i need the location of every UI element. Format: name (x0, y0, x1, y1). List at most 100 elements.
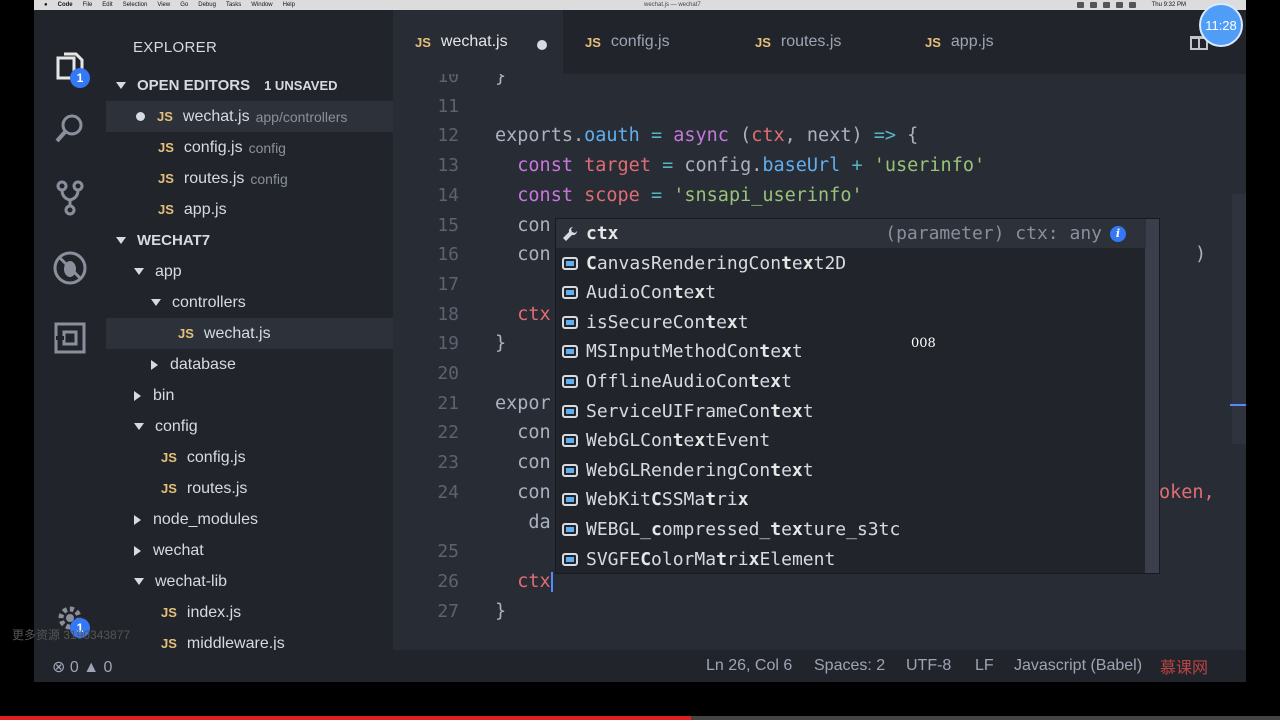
tree-file[interactable]: JS middleware.js (106, 628, 393, 651)
info-icon[interactable]: i (1110, 225, 1126, 242)
tree-folder[interactable]: controllers (106, 287, 393, 318)
line-number: 10 (437, 74, 459, 87)
chevron-down-icon (151, 299, 161, 306)
search-icon[interactable] (52, 110, 88, 146)
code-line[interactable]: da (495, 512, 550, 533)
menu-help[interactable]: Help (283, 2, 295, 8)
debug-icon[interactable] (52, 250, 88, 286)
errors-indicator[interactable]: ⊗ 0 ▲ 0 (52, 657, 112, 677)
file-name: config.js (183, 138, 243, 156)
wifi-icon[interactable] (1116, 2, 1123, 8)
class-icon (562, 286, 578, 300)
suggestion-label: OfflineAudioContext (586, 371, 792, 392)
project-header[interactable]: WECHAT7 (106, 225, 393, 256)
chevron-down-icon (116, 237, 126, 244)
editor-scrollbar[interactable] (1232, 74, 1246, 650)
file-name: wechat.js (182, 107, 250, 125)
menu-selection[interactable]: Selection (123, 2, 148, 8)
tree-file[interactable]: JS wechat.js (106, 318, 393, 349)
extensions-icon[interactable] (52, 320, 88, 356)
suggestion-item[interactable]: CanvasRenderingContext2D (556, 249, 1146, 278)
code-line[interactable]: con (495, 482, 550, 503)
menu-view[interactable]: View (157, 2, 170, 8)
line-ending[interactable]: LF (975, 657, 994, 675)
suggestion-item[interactable]: MSInputMethodContext (556, 337, 1146, 366)
suggestion-item[interactable]: WebGLContextEvent (556, 426, 1146, 455)
suggestion-item[interactable]: isSecureContext (556, 308, 1146, 337)
tab-wechat-js[interactable]: JS wechat.js (393, 10, 563, 74)
tree-folder[interactable]: wechat-lib (106, 566, 393, 597)
suggestion-item[interactable]: ServiceUIFrameContext (556, 397, 1146, 426)
menubar-tray (1077, 2, 1136, 8)
language-mode[interactable]: Javascript (Babel) (1014, 657, 1142, 675)
open-editor-item[interactable]: JS wechat.js app/controllers (106, 101, 393, 132)
code-line[interactable]: ctx (495, 571, 553, 592)
tray-icon[interactable] (1077, 2, 1084, 8)
tree-folder[interactable]: app (106, 256, 393, 287)
indentation[interactable]: Spaces: 2 (814, 657, 885, 675)
suggestion-item[interactable]: WEBGL_compressed_texture_s3tc (556, 515, 1146, 544)
tree-file[interactable]: JS routes.js (106, 473, 393, 504)
tree-folder[interactable]: config (106, 411, 393, 442)
menu-edit[interactable]: Edit (102, 2, 112, 8)
unsaved-dot-icon[interactable] (537, 40, 547, 50)
code-line[interactable]: con (495, 244, 550, 265)
code-line[interactable]: con (495, 215, 550, 236)
tree-item-label: routes.js (186, 479, 248, 497)
suggestion-item[interactable]: OfflineAudioContext (556, 367, 1146, 396)
code-line[interactable]: con (495, 452, 550, 473)
battery-icon[interactable] (1129, 2, 1136, 8)
tray-icon[interactable] (1103, 2, 1110, 8)
code-line[interactable]: expor (495, 393, 551, 414)
suggestion-item[interactable]: AudioContext (556, 278, 1146, 307)
code-line[interactable]: const scope = 'snsapi_userinfo' (495, 185, 862, 206)
scroll-thumb[interactable] (1232, 194, 1246, 444)
error-count: 0 (69, 659, 79, 676)
suggestion-item[interactable]: ctx (parameter) ctx: any i (556, 219, 1146, 248)
suggestion-item[interactable]: WebKitCSSMatrix (556, 485, 1146, 514)
overview-ruler-mark (1230, 404, 1246, 406)
editor-tabs: JS wechat.js JS config.js JS routes.js JS app.j… (393, 10, 1246, 74)
tree-file[interactable]: JS index.js (106, 597, 393, 628)
tree-folder[interactable]: bin (106, 380, 393, 411)
open-editor-item[interactable]: JS app.js (106, 194, 393, 225)
apple-icon[interactable]: ● (44, 2, 48, 8)
menu-code[interactable]: Code (58, 2, 73, 8)
tray-icon[interactable] (1090, 2, 1097, 8)
js-file-icon: JS (161, 450, 177, 465)
tab-app-js[interactable]: JS app.js (903, 10, 1073, 74)
class-icon (562, 256, 578, 270)
line-number: 21 (437, 392, 459, 414)
menu-file[interactable]: File (83, 2, 93, 8)
suggestion-item[interactable]: WebGLRenderingContext (556, 456, 1146, 485)
tree-folder[interactable]: node_modules (106, 504, 393, 535)
suggestion-scrollbar[interactable] (1145, 219, 1159, 573)
code-line[interactable]: exports.oauth = async (ctx, next) => { (495, 125, 918, 146)
tab-config-js[interactable]: JS config.js (563, 10, 733, 74)
open-editor-item[interactable]: JS config.js config (106, 132, 393, 163)
code-line[interactable]: } (495, 333, 506, 354)
menu-go[interactable]: Go (180, 2, 188, 8)
status-bar: ⊗ 0 ▲ 0 Ln 26, Col 6 Spaces: 2 UTF-8 LF … (34, 650, 1246, 682)
tab-routes-js[interactable]: JS routes.js (733, 10, 903, 74)
cursor-position[interactable]: Ln 26, Col 6 (706, 657, 792, 675)
js-file-icon: JS (158, 171, 174, 186)
tree-file[interactable]: JS config.js (106, 442, 393, 473)
menu-debug[interactable]: Debug (198, 2, 216, 8)
code-line[interactable]: const target = config.baseUrl + 'userinf… (495, 155, 985, 176)
video-progress-fill (0, 716, 692, 720)
code-line[interactable]: con (495, 422, 550, 443)
menu-window[interactable]: Window (251, 2, 272, 8)
code-line[interactable]: } (495, 601, 506, 622)
source-control-icon[interactable] (52, 180, 88, 216)
open-editor-item[interactable]: JS routes.js config (106, 163, 393, 194)
code-line[interactable]: ctx (495, 304, 550, 325)
open-editors-header[interactable]: OPEN EDITORS 1 UNSAVED (106, 70, 393, 101)
menu-tasks[interactable]: Tasks (226, 2, 241, 8)
encoding[interactable]: UTF-8 (906, 657, 951, 675)
js-file-icon: JS (415, 34, 431, 50)
suggestion-item[interactable]: SVGFEColorMatrixElement (556, 545, 1146, 574)
code-line[interactable]: } (495, 74, 506, 87)
tree-folder[interactable]: wechat (106, 535, 393, 566)
tree-folder[interactable]: database (106, 349, 393, 380)
